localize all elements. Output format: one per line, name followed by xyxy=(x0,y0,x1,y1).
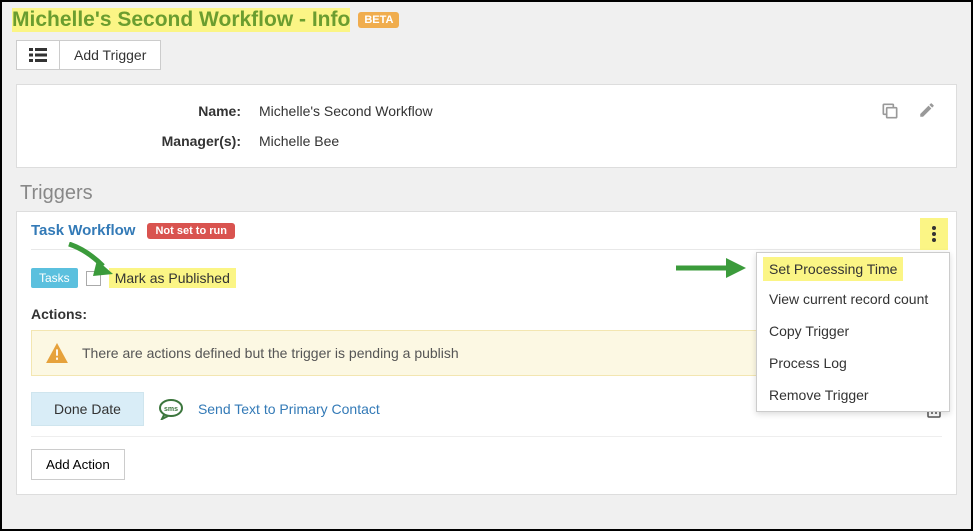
menu-set-processing-time[interactable]: Set Processing Time xyxy=(763,257,903,281)
name-value: Michelle's Second Workflow xyxy=(259,103,433,119)
info-card: Name: Michelle's Second Workflow Manager… xyxy=(16,84,957,168)
list-view-button[interactable] xyxy=(16,40,59,70)
trigger-menu-dropdown: Set Processing Time View current record … xyxy=(756,252,950,412)
page-title: Michelle's Second Workflow - Info xyxy=(12,8,350,32)
annotation-arrow-icon xyxy=(67,242,117,280)
mark-published-label: Mark as Published xyxy=(109,268,236,288)
sms-icon: sms xyxy=(158,398,184,420)
name-label: Name: xyxy=(39,103,259,119)
trigger-title[interactable]: Task Workflow xyxy=(31,222,135,239)
menu-view-record-count[interactable]: View current record count xyxy=(757,283,949,315)
status-badge: Not set to run xyxy=(147,223,235,239)
edit-icon[interactable] xyxy=(918,101,936,119)
warning-icon xyxy=(46,343,68,363)
managers-label: Manager(s): xyxy=(39,133,259,149)
beta-badge: BETA xyxy=(358,12,399,28)
add-trigger-button[interactable]: Add Trigger xyxy=(59,40,161,70)
trigger-card: Task Workflow Not set to run Set Process… xyxy=(16,211,957,495)
menu-copy-trigger[interactable]: Copy Trigger xyxy=(757,315,949,347)
trigger-menu-button[interactable] xyxy=(920,218,948,250)
sms-action-link[interactable]: Send Text to Primary Contact xyxy=(198,401,380,417)
kebab-icon xyxy=(932,226,936,242)
done-date-button[interactable]: Done Date xyxy=(31,392,144,426)
triggers-section-title: Triggers xyxy=(2,168,971,211)
menu-remove-trigger[interactable]: Remove Trigger xyxy=(757,379,949,411)
add-action-button[interactable]: Add Action xyxy=(31,449,125,480)
managers-value: Michelle Bee xyxy=(259,133,339,149)
svg-text:sms: sms xyxy=(164,406,178,413)
duplicate-icon[interactable] xyxy=(880,101,900,121)
menu-process-log[interactable]: Process Log xyxy=(757,347,949,379)
list-icon xyxy=(29,48,47,62)
warning-text: There are actions defined but the trigge… xyxy=(82,345,459,361)
